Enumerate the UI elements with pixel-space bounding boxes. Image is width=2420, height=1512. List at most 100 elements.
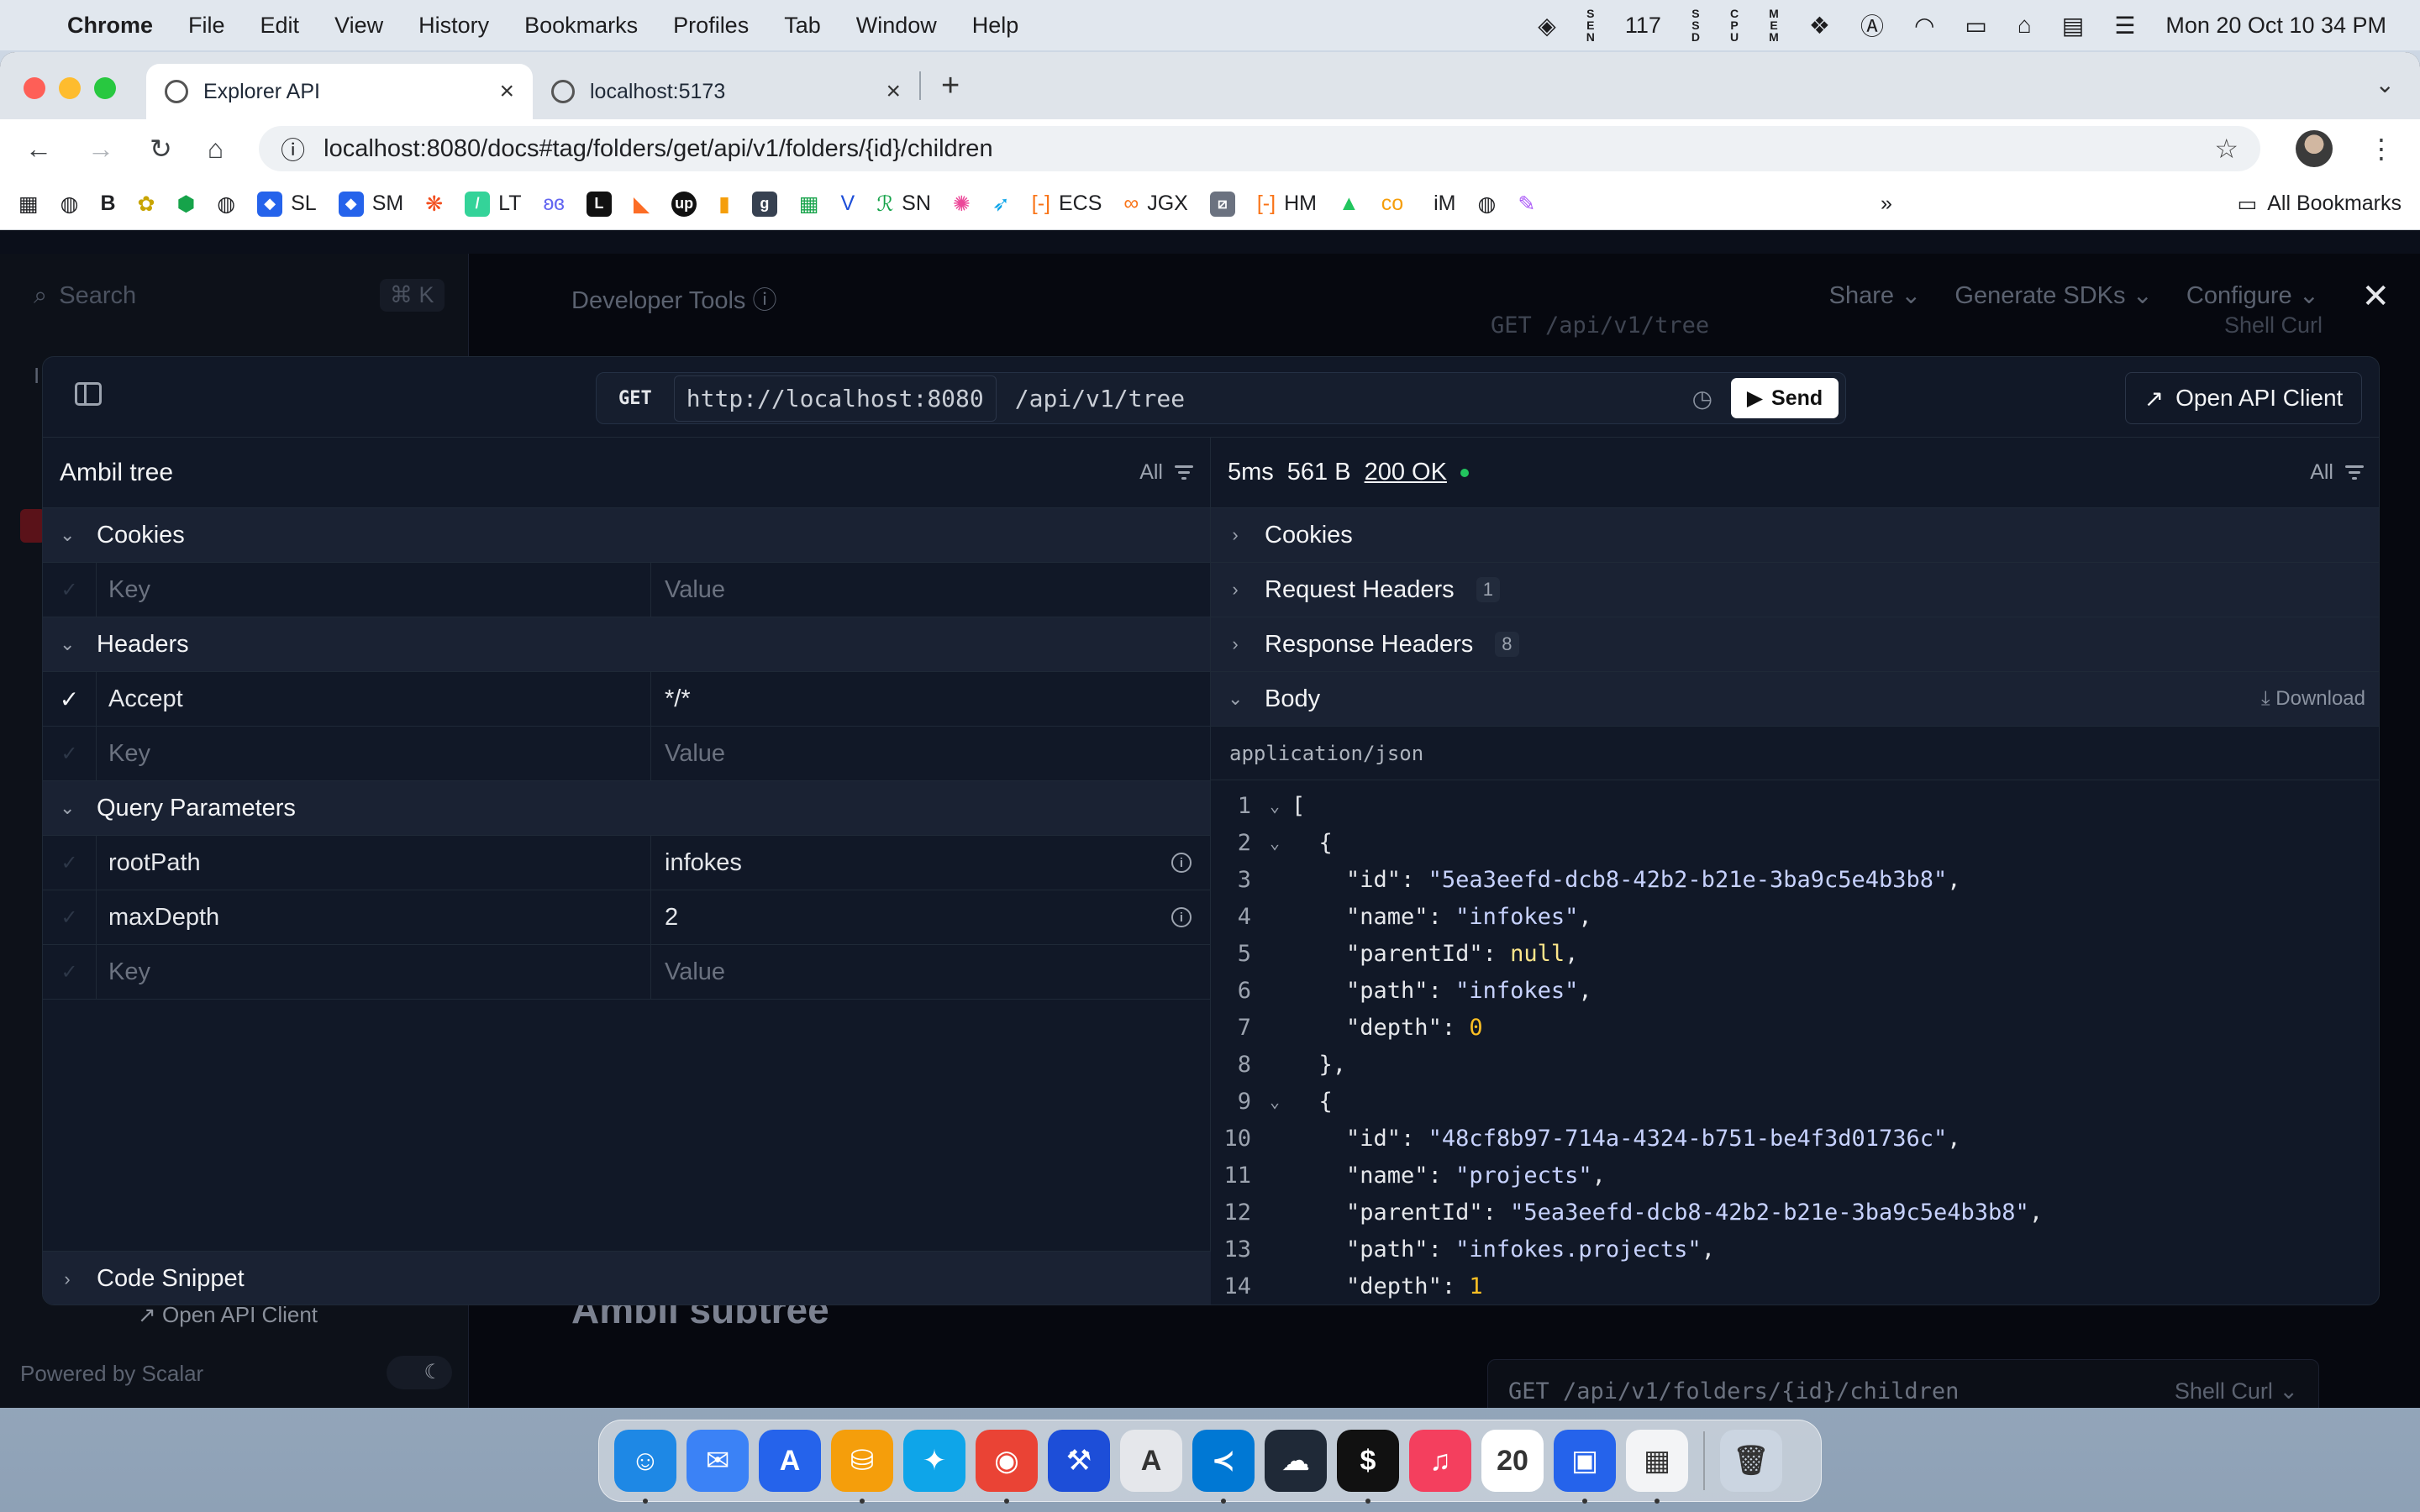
close-tab-icon[interactable]: × [886, 77, 901, 106]
control-center-icon[interactable]: ☰ [2114, 12, 2135, 39]
request-headers-header[interactable]: › Request Headers 1 [1211, 563, 2379, 617]
fold-chevron-icon[interactable]: ⌄ [1258, 795, 1292, 816]
menu-bookmarks[interactable]: Bookmarks [524, 13, 638, 39]
request-path[interactable]: /api/v1/tree [1015, 385, 1185, 412]
response-body-code[interactable]: 1 ⌄[2 ⌄ {3 "id": "5ea3eefd-dcb8-42b2-b21e-… [1211, 780, 2379, 1305]
bookmark-co-icon[interactable]: co [1381, 192, 1403, 216]
dock-finder-icon[interactable]: ☺ [614, 1430, 676, 1504]
send-button[interactable]: ▶ Send [1731, 378, 1839, 418]
server-url[interactable]: http://localhost:8080 [673, 375, 997, 422]
key-input[interactable]: Key [97, 944, 651, 1000]
bookmark-globe-icon[interactable]: ◍ [60, 192, 79, 217]
bookmark-copilot-icon[interactable]: ✺ [953, 192, 971, 217]
dock-trash-icon[interactable]: 🗑 [1720, 1430, 1782, 1492]
bookmark-globe-icon[interactable]: ◍ [217, 192, 235, 217]
bookmark-pencil-icon[interactable]: ✎ [1518, 192, 1535, 217]
dock-instruments-icon[interactable]: A [1120, 1430, 1182, 1492]
fold-chevron-icon[interactable]: ⌄ [1258, 1091, 1292, 1111]
menu-app-name[interactable]: Chrome [67, 13, 153, 39]
key-input[interactable]: rootPath [97, 835, 651, 890]
dropbox-icon[interactable]: ❖ [1809, 12, 1830, 39]
bookmark-globe-icon[interactable]: ◍ [1478, 192, 1497, 217]
powered-by-scalar[interactable]: Powered by Scalar [20, 1361, 203, 1387]
response-cookies-header[interactable]: › Cookies [1211, 508, 2379, 563]
reload-icon[interactable]: ↻ [150, 133, 172, 165]
bookmark-drive-icon[interactable]: ▲ [1339, 192, 1360, 216]
key-input[interactable]: Key [97, 726, 651, 781]
bottom-code-lang[interactable]: Shell Curl ⌄ [2175, 1378, 2298, 1404]
menu-help[interactable]: Help [972, 13, 1019, 39]
bookmark-upwork-icon[interactable]: up [671, 191, 697, 217]
request-filter[interactable]: All [1139, 460, 1193, 485]
menu-profiles[interactable]: Profiles [673, 13, 749, 39]
bookmark-g-icon[interactable]: g [751, 191, 777, 217]
row-checkbox[interactable]: ✓ [43, 890, 97, 945]
row-checkbox[interactable]: ✓ [43, 944, 97, 1000]
bookmark-star-icon[interactable]: ☆ [2214, 133, 2238, 165]
forward-icon[interactable]: → [87, 134, 114, 165]
configure-menu[interactable]: Configure ⌄ [2186, 281, 2319, 310]
bookmark-v-icon[interactable]: V [841, 192, 855, 216]
all-bookmarks-folder[interactable]: ▭ All Bookmarks [2238, 192, 2402, 217]
open-api-client-button[interactable]: ↗ Open API Client [2125, 372, 2362, 424]
bookmark-shield-icon[interactable]: ⬢ [176, 192, 195, 217]
close-window-button[interactable] [24, 77, 45, 99]
bookmark-butterfly-icon[interactable]: ʚɞ [544, 192, 565, 216]
history-icon[interactable]: ◷ [1692, 385, 1712, 412]
fold-chevron-icon[interactable]: ⌄ [1258, 832, 1292, 853]
key-input[interactable]: maxDepth [97, 890, 651, 945]
bookmark-figma-icon[interactable]: ❋ [425, 192, 443, 217]
input-source-icon[interactable]: Ⓐ [1860, 8, 1884, 42]
headers-section-header[interactable]: ⌄ Headers [43, 617, 1210, 672]
kebab-menu-icon[interactable]: ⋮ [2368, 133, 2395, 165]
menu-window[interactable]: Window [856, 13, 937, 39]
close-modal-icon[interactable]: ✕ [2361, 277, 2390, 316]
menu-view[interactable]: View [334, 13, 383, 39]
generate-sdks-menu[interactable]: Generate SDKs ⌄ [1954, 281, 2152, 310]
profile-avatar[interactable] [2296, 130, 2333, 167]
dock-xcode-icon[interactable]: ⚒ [1048, 1430, 1110, 1492]
bookmark-sn[interactable]: ℛ SN [876, 192, 931, 217]
tab-search-chevron-icon[interactable]: ⌄ [2375, 71, 2395, 98]
row-checkbox[interactable]: ✓ [43, 835, 97, 890]
address-bar[interactable]: ⓘ localhost:8080/docs#tag/folders/get/ap… [259, 126, 2260, 171]
code-snippet-section-header[interactable]: › Code Snippet [43, 1251, 1211, 1305]
dock-chrome-icon[interactable]: ◉ [976, 1430, 1038, 1504]
dock-terminal-icon[interactable]: $ [1337, 1430, 1399, 1504]
row-checkbox[interactable]: ✓ [43, 671, 97, 727]
bookmark-b-icon[interactable]: B [100, 192, 115, 216]
sidebar-toggle-icon[interactable] [75, 382, 102, 406]
dock-mail-icon[interactable]: ✉ [687, 1430, 749, 1492]
dark-mode-toggle[interactable]: ☾ [387, 1356, 452, 1389]
info-icon[interactable]: i [1171, 907, 1192, 927]
value-input[interactable]: Value [651, 958, 1210, 986]
dock-tableplus-icon[interactable]: ⛁ [831, 1430, 893, 1504]
menu-history[interactable]: History [418, 13, 489, 39]
value-input[interactable]: infokes i [651, 849, 1210, 877]
bookmark-arrow-icon[interactable]: ➶ [992, 192, 1010, 217]
back-icon[interactable]: ← [25, 134, 52, 165]
close-tab-icon[interactable]: × [499, 77, 514, 106]
bookmark-l-icon[interactable]: L [586, 191, 612, 217]
developer-tools-label[interactable]: Developer Tools ⓘ [571, 281, 777, 316]
dock-safari-icon[interactable]: ✦ [903, 1430, 965, 1492]
bookmark-jgx[interactable]: ∞ JGX [1123, 192, 1187, 216]
wifi-icon[interactable]: ◠ [1914, 12, 1934, 39]
docs-search[interactable]: ⌕ Search [34, 282, 136, 310]
bookmark-hm[interactable]: [-] HM [1257, 192, 1317, 216]
response-headers-header[interactable]: › Response Headers 8 [1211, 617, 2379, 672]
bookmarks-overflow-icon[interactable]: » [1881, 192, 1892, 216]
row-checkbox[interactable]: ✓ [43, 562, 97, 617]
key-input[interactable]: Key [97, 562, 651, 617]
home-icon[interactable]: ⌂ [208, 134, 224, 165]
bookmark-sm[interactable]: ◆ SM [338, 191, 403, 217]
bookmark-bars-icon[interactable]: ▮ [718, 192, 730, 217]
sidebar-open-api-client[interactable]: ↗ Open API Client [138, 1302, 318, 1328]
tab-localhost-5173[interactable]: localhost:5173 × [533, 64, 919, 119]
display-icon[interactable]: ▤ [2062, 12, 2084, 39]
new-tab-icon[interactable]: + [921, 68, 980, 104]
dock-cloud-app-icon[interactable]: ☁ [1265, 1430, 1327, 1492]
bookmark-gitlab-icon[interactable]: ◣ [634, 192, 650, 217]
value-input[interactable]: */* [651, 685, 1210, 713]
menu-tab[interactable]: Tab [784, 13, 821, 39]
